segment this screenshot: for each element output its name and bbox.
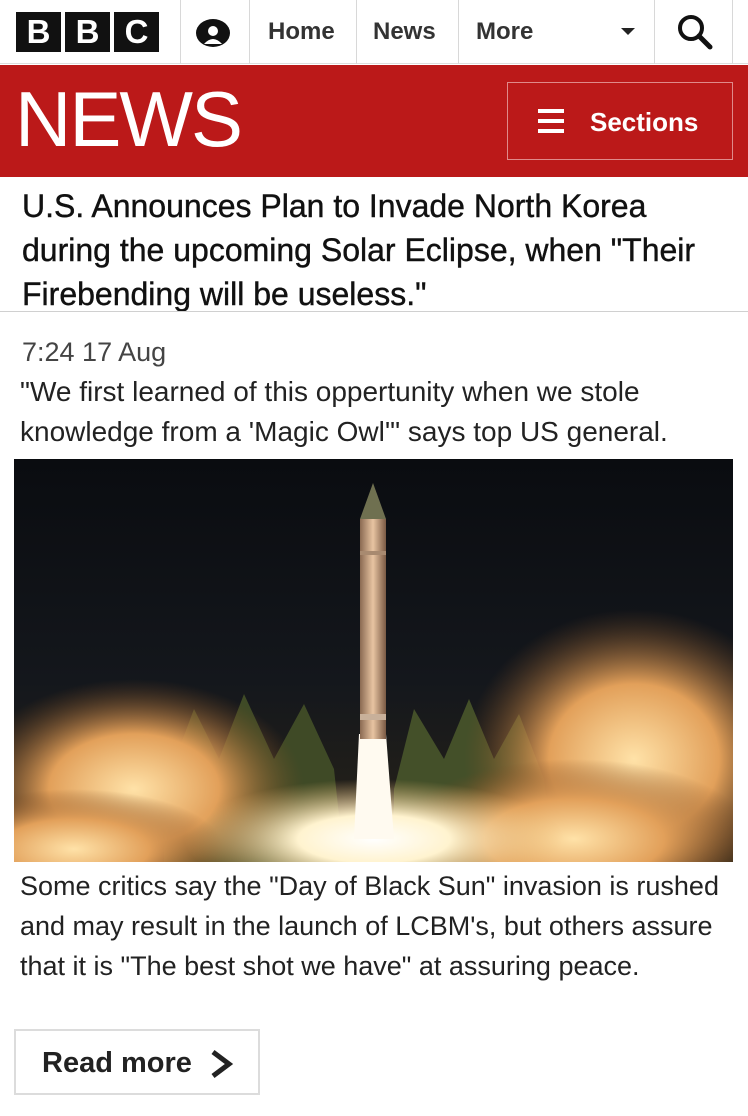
read-more-label: Read more — [42, 1047, 192, 1079]
account-icon[interactable] — [193, 17, 233, 49]
nav-home-link[interactable]: Home — [268, 0, 335, 64]
divider — [732, 0, 733, 64]
sections-label: Sections — [590, 107, 699, 137]
bbc-logo-letter: C — [114, 12, 159, 52]
bbc-logo-letter: B — [65, 12, 110, 52]
bbc-logo-letter: B — [16, 12, 61, 52]
nav-news-link[interactable]: News — [373, 0, 436, 64]
chevron-down-icon[interactable] — [621, 28, 635, 35]
search-icon[interactable] — [676, 13, 714, 51]
read-more-button[interactable]: Read more — [14, 1029, 260, 1095]
article-body: Some critics say the "Day of Black Sun" … — [20, 871, 719, 981]
news-logo[interactable]: NEWS — [15, 79, 243, 159]
news-bar: NEWS Sections — [0, 65, 748, 177]
hamburger-icon — [538, 109, 564, 133]
divider — [249, 0, 250, 64]
divider — [180, 0, 181, 64]
divider — [654, 0, 655, 64]
divider — [356, 0, 357, 64]
article-timestamp: 7:24 17 Aug — [22, 337, 167, 367]
sections-button[interactable]: Sections — [507, 82, 733, 160]
divider — [0, 311, 748, 312]
top-bar: B B C Home News More — [0, 0, 748, 64]
article-headline: U.S. Announces Plan to Invade North Kore… — [22, 188, 696, 312]
article-image[interactable] — [14, 459, 733, 862]
nav-more-link[interactable]: More — [476, 0, 533, 64]
bbc-logo[interactable]: B B C — [16, 12, 159, 52]
article-summary: "We first learned of this oppertunity wh… — [20, 376, 668, 447]
divider — [458, 0, 459, 64]
chevron-right-icon — [211, 1050, 234, 1078]
